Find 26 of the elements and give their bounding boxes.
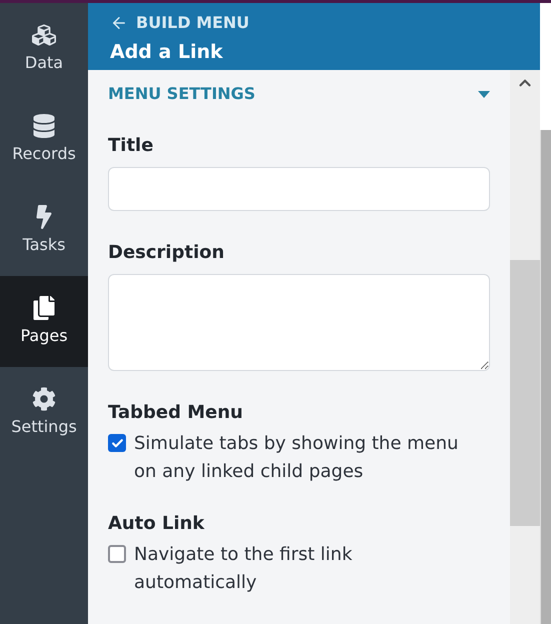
sidebar-item[interactable]: Tasks: [0, 185, 88, 276]
data-icon: [32, 22, 56, 46]
checkbox[interactable]: [108, 545, 126, 563]
field-label: Description: [108, 241, 226, 265]
field-label: Auto Link: [108, 512, 206, 536]
checkbox-label: Simulate tabs by showing the menu on any linked child pages: [134, 432, 460, 484]
panel-title: Add a Link: [110, 40, 224, 65]
scrollbar[interactable]: [510, 70, 540, 624]
settings-icon: [32, 386, 56, 410]
checkbox[interactable]: [108, 434, 126, 452]
field-label: Title: [108, 134, 154, 158]
caret-icon: [478, 90, 490, 98]
section-header[interactable]: MENU SETTINGS: [108, 82, 490, 106]
pages-icon: [32, 296, 56, 320]
check-icon: [110, 436, 124, 450]
back-link[interactable]: BUILD MENU: [110, 11, 540, 35]
title-input[interactable]: [108, 167, 490, 211]
sidebar-item[interactable]: Data: [0, 3, 88, 94]
sidebar-item[interactable]: Records: [0, 94, 88, 185]
field-label: Tabbed Menu: [108, 401, 244, 425]
records-icon: [32, 114, 56, 138]
sidebar-item[interactable]: Settings: [0, 367, 88, 458]
scrollbar-thumb[interactable]: [510, 260, 540, 526]
description-textarea[interactable]: [108, 274, 490, 371]
checkbox-label: Navigate to the first link automatically: [134, 543, 354, 595]
sidebar-item[interactable]: Pages: [0, 276, 88, 367]
